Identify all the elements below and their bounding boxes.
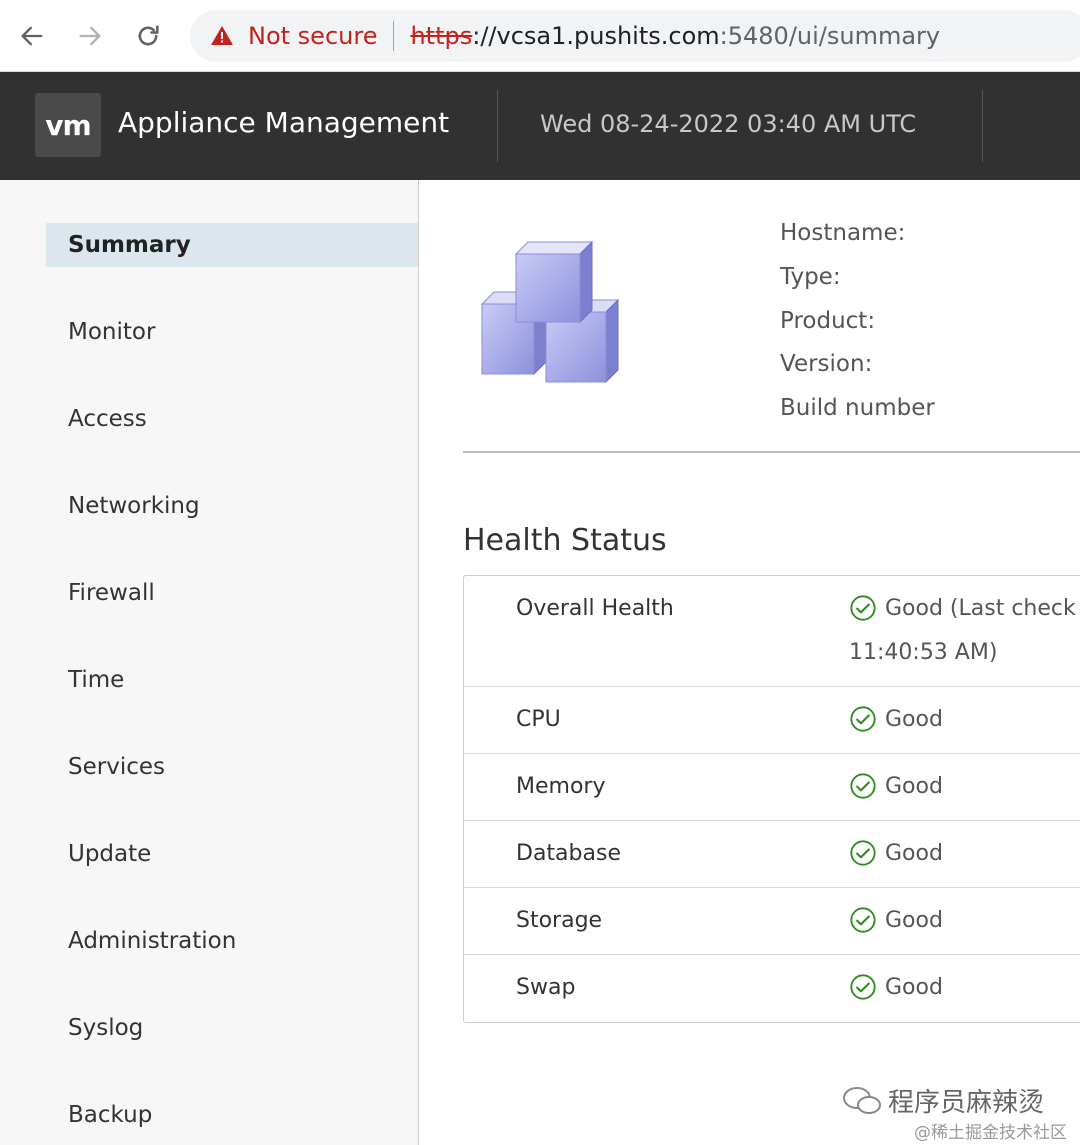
health-status-text: Good: [885, 773, 943, 799]
table-row: Memory Good: [464, 754, 1080, 821]
health-status: Good: [849, 973, 943, 1001]
back-button[interactable]: [12, 16, 52, 56]
vmware-logo: vm: [35, 93, 101, 157]
sidebar-item-networking[interactable]: Networking: [46, 484, 418, 528]
table-row: CPU Good: [464, 687, 1080, 754]
check-circle-icon: [850, 974, 876, 1000]
sidebar-item-syslog[interactable]: Syslog: [46, 1006, 418, 1050]
health-status: Good: [849, 705, 943, 733]
health-status-text: Good: [885, 974, 943, 1000]
url-path: :5480/ui/summary: [719, 22, 941, 50]
url-separator: ://: [472, 22, 497, 50]
health-status-text-continued: 11:40:53 AM): [849, 640, 998, 665]
security-status[interactable]: Not secure: [248, 22, 377, 50]
check-circle-icon: [850, 840, 876, 866]
check-circle-icon: [850, 706, 876, 732]
check-circle-icon: [850, 773, 876, 799]
url-host: vcsa1.pushits.com: [496, 22, 720, 50]
watermark: 程序员麻辣烫: [842, 1082, 1044, 1119]
sidebar-item-administration[interactable]: Administration: [46, 919, 418, 963]
appliance-cubes-icon: [480, 240, 620, 384]
app-title: Appliance Management: [118, 106, 450, 139]
sidebar-item-update[interactable]: Update: [46, 832, 418, 876]
table-row: Overall Health Good (Last check 11:40:53…: [464, 576, 1080, 687]
product-label: Product:: [780, 308, 876, 334]
health-name: Memory: [516, 774, 606, 799]
browser-toolbar: Not secure https://vcsa1.pushits.com:548…: [0, 0, 1080, 72]
table-row: Database Good: [464, 821, 1080, 888]
health-status-table: Overall Health Good (Last check 11:40:53…: [463, 575, 1080, 1023]
health-status: Good: [849, 839, 943, 867]
reload-button[interactable]: [128, 16, 168, 56]
chat-bubble-icon: [843, 1086, 881, 1114]
health-status: Good: [849, 772, 943, 800]
health-name: Database: [516, 841, 621, 866]
arrow-right-icon: [79, 26, 101, 46]
health-name: Overall Health: [516, 596, 674, 621]
address-bar[interactable]: Not secure https://vcsa1.pushits.com:548…: [190, 10, 1080, 62]
section-divider: [463, 451, 1080, 453]
health-status-text: Good: [885, 907, 943, 933]
hostname-label: Hostname:: [780, 220, 906, 246]
sidebar-item-access[interactable]: Access: [46, 397, 418, 441]
health-name: Swap: [516, 975, 576, 1000]
health-status-text: Good (Last check: [885, 595, 1076, 621]
header-datetime: Wed 08-24-2022 03:40 AM UTC: [540, 110, 917, 138]
health-name: CPU: [516, 707, 561, 732]
build-number-label: Build number: [780, 395, 935, 421]
health-status-heading: Health Status: [463, 523, 667, 558]
url-scheme: https: [410, 22, 473, 50]
watermark-text: 程序员麻辣烫: [888, 1088, 1045, 1118]
health-status-text: Good: [885, 840, 943, 866]
arrow-left-icon: [21, 26, 43, 46]
check-circle-icon: [850, 595, 876, 621]
table-row: Storage Good: [464, 888, 1080, 955]
health-name: Storage: [516, 908, 603, 933]
header-divider: [982, 90, 983, 162]
sidebar-item-monitor[interactable]: Monitor: [46, 310, 418, 354]
version-label: Version:: [780, 351, 873, 377]
address-divider: [393, 21, 395, 51]
header-divider: [497, 90, 498, 162]
health-status: Good (Last check: [849, 594, 1076, 622]
sidebar-item-firewall[interactable]: Firewall: [46, 571, 418, 615]
sidebar-item-services[interactable]: Services: [46, 745, 418, 789]
check-circle-icon: [850, 907, 876, 933]
sidebar-item-summary[interactable]: Summary: [46, 223, 418, 267]
sidebar: Summary Monitor Access Networking Firewa…: [0, 180, 419, 1145]
reload-icon: [138, 25, 159, 46]
health-status-text: Good: [885, 706, 943, 732]
sidebar-item-time[interactable]: Time: [46, 658, 418, 702]
table-row: Swap Good: [464, 955, 1080, 1022]
forward-button[interactable]: [70, 16, 110, 56]
health-status: Good: [849, 906, 943, 934]
type-label: Type:: [780, 264, 841, 290]
watermark-subtext: @稀土掘金技术社区: [914, 1123, 1067, 1143]
app-header: vm Appliance Management Wed 08-24-2022 0…: [0, 72, 1080, 180]
sidebar-item-backup[interactable]: Backup: [46, 1093, 418, 1137]
warning-triangle-icon: [211, 26, 233, 45]
